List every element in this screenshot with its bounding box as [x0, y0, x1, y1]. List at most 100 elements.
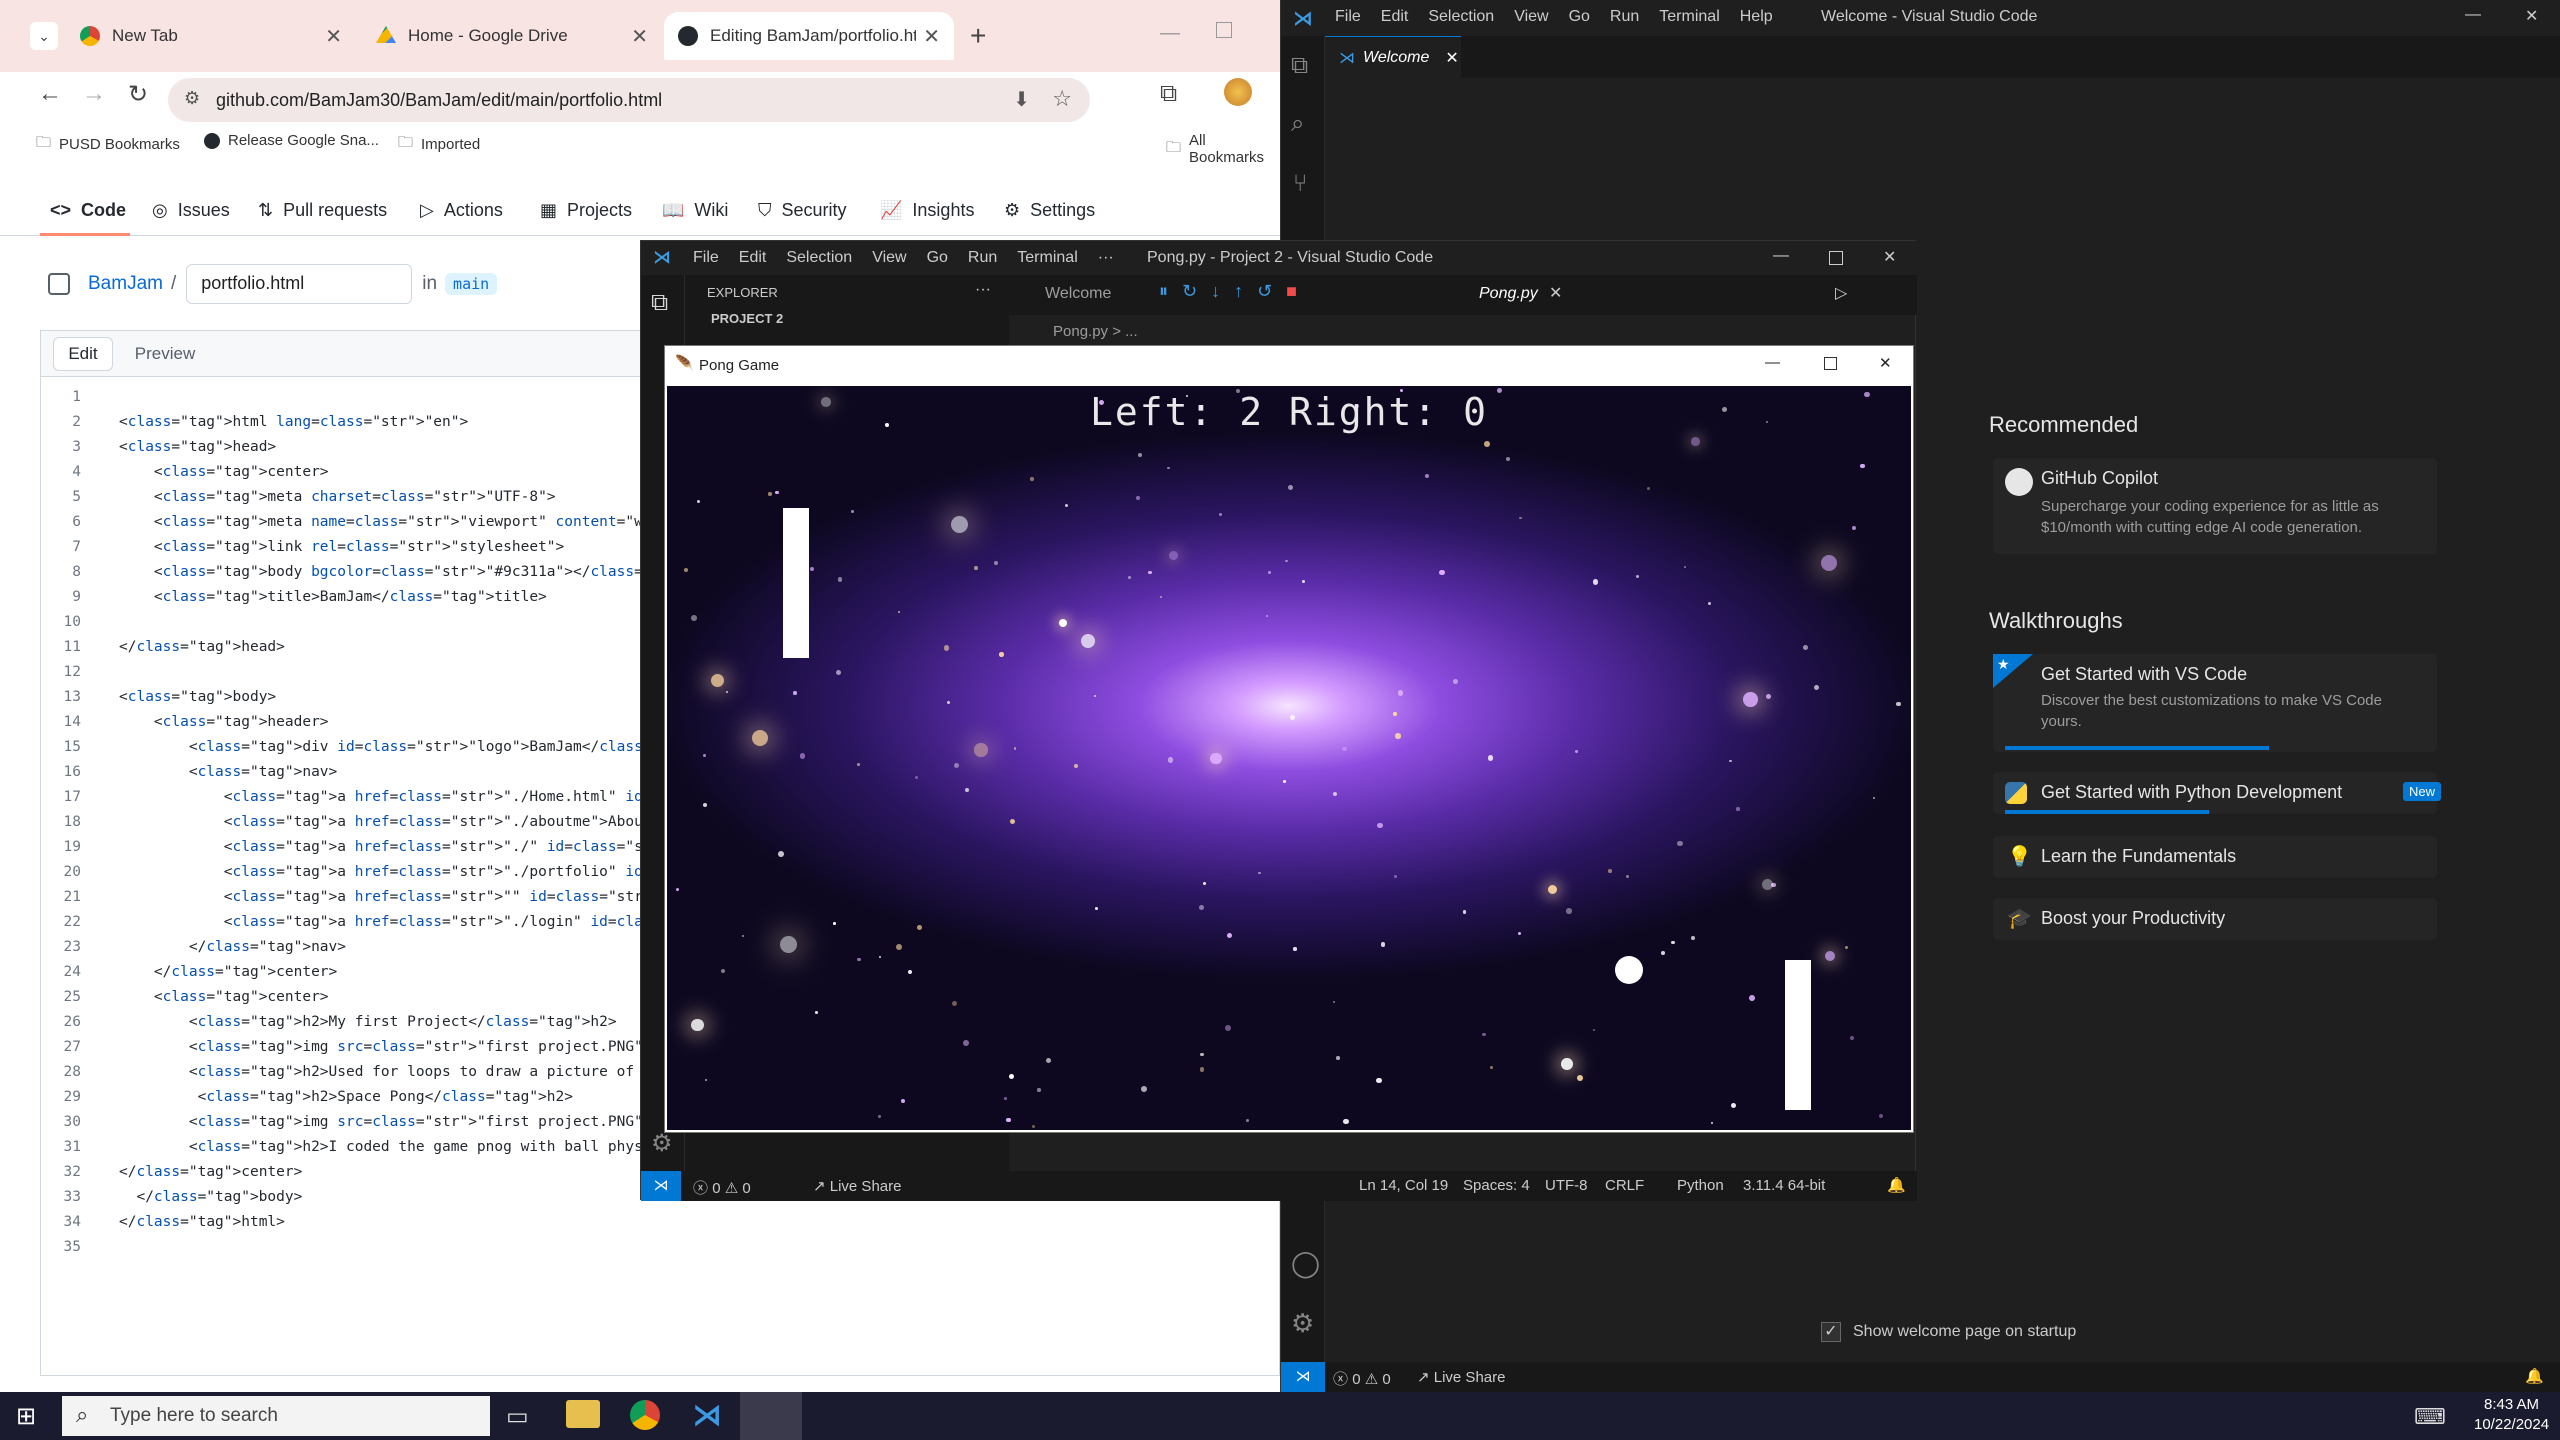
walkthrough-fundamentals[interactable]: 💡 Learn the Fundamentals: [1993, 836, 2437, 878]
language-mode[interactable]: Python: [1677, 1177, 1724, 1194]
problems-indicator[interactable]: ⓧ 0 ⚠ 0: [693, 1177, 751, 1198]
copilot-card[interactable]: GitHub Copilot Supercharge your coding e…: [1993, 458, 2437, 554]
menu-item[interactable]: Selection: [1428, 8, 1494, 26]
branch-badge[interactable]: main: [445, 273, 498, 295]
encoding[interactable]: UTF-8: [1545, 1177, 1588, 1194]
gear-icon[interactable]: ⚙: [1291, 1308, 1314, 1339]
walkthrough-productivity[interactable]: 🎓 Boost your Productivity: [1993, 898, 2437, 940]
account-icon[interactable]: ◯: [1291, 1248, 1320, 1279]
clock-time[interactable]: 8:43 AM: [2484, 1396, 2539, 1413]
bookmark-imported[interactable]: 🗀 Imported: [398, 132, 480, 157]
close-icon[interactable]: ✕: [1879, 354, 1892, 372]
forward-icon[interactable]: →: [82, 80, 106, 108]
menu-item[interactable]: Terminal: [1017, 249, 1077, 267]
python-taskbar-icon[interactable]: [740, 1392, 802, 1440]
remote-icon[interactable]: ⋊: [1281, 1362, 1325, 1392]
minimize-icon[interactable]: —: [1765, 354, 1780, 371]
menu-item[interactable]: Edit: [1381, 8, 1409, 26]
checkbox[interactable]: ✓: [1821, 1322, 1841, 1342]
indentation[interactable]: Spaces: 4: [1463, 1177, 1530, 1194]
chrome-taskbar-icon[interactable]: [630, 1400, 660, 1430]
menu-item[interactable]: View: [1514, 8, 1548, 26]
file-explorer-icon[interactable]: [566, 1400, 600, 1428]
tab-new-tab[interactable]: New Tab ✕: [66, 12, 356, 60]
file-tree-icon[interactable]: [48, 273, 70, 295]
live-share-button[interactable]: ↗ Live Share: [813, 1177, 901, 1195]
tab-settings[interactable]: ⚙ Settings: [1004, 200, 1095, 221]
menu-item[interactable]: Run: [968, 249, 997, 267]
source-control-icon[interactable]: ⑂: [1293, 170, 1307, 198]
install-icon[interactable]: ⬇: [1013, 87, 1030, 112]
close-icon[interactable]: ✕: [631, 24, 648, 49]
live-share-button[interactable]: ↗ Live Share: [1417, 1368, 1505, 1386]
tab-editing-portfolio[interactable]: Editing BamJam/portfolio.html ✕: [664, 12, 954, 60]
more-menu-icon[interactable]: ···: [1098, 249, 1114, 267]
close-icon[interactable]: ✕: [1549, 283, 1562, 303]
menu-item[interactable]: Go: [1569, 8, 1590, 26]
task-view-icon[interactable]: ▭: [506, 1402, 529, 1431]
menu-item[interactable]: File: [693, 249, 719, 267]
tab-pong-py[interactable]: Pong.py: [1479, 285, 1538, 303]
tab-search-icon[interactable]: ⌄: [30, 22, 58, 50]
address-bar[interactable]: ⚙ github.com/BamJam30/BamJam/edit/main/p…: [168, 78, 1090, 122]
run-icon[interactable]: ▷: [1835, 283, 1847, 303]
problems-indicator[interactable]: ⓧ 0 ⚠ 0: [1333, 1368, 1391, 1389]
more-actions-icon[interactable]: ···: [975, 281, 991, 299]
breadcrumb[interactable]: Pong.py > ...: [1053, 323, 1138, 340]
line-ending[interactable]: CRLF: [1605, 1177, 1644, 1194]
maximize-icon[interactable]: [1824, 357, 1837, 370]
keyboard-icon[interactable]: ⌨: [2414, 1404, 2446, 1430]
site-info-icon[interactable]: ⚙: [184, 88, 200, 109]
tab-security[interactable]: ⛉ Security: [758, 200, 847, 221]
clock-date[interactable]: 10/22/2024: [2474, 1416, 2549, 1433]
tab-google-drive[interactable]: Home - Google Drive ✕: [362, 12, 662, 60]
search-icon[interactable]: ⌕: [1291, 110, 1304, 138]
code-line[interactable]: 34 </class="tag">html>: [41, 1210, 1279, 1235]
close-icon[interactable]: ✕: [1445, 48, 1458, 68]
tab-insights[interactable]: 📈 Insights: [880, 200, 974, 221]
bell-icon[interactable]: 🔔: [2525, 1367, 2544, 1385]
menu-item[interactable]: Help: [1740, 8, 1773, 26]
reload-icon[interactable]: ↻: [128, 80, 148, 109]
maximize-icon[interactable]: [1216, 22, 1232, 38]
bookmark-all[interactable]: 🗀 All Bookmarks: [1166, 132, 1280, 166]
python-interpreter[interactable]: 3.11.4 64-bit: [1743, 1177, 1825, 1194]
close-icon[interactable]: ✕: [2525, 6, 2538, 26]
walkthrough-python[interactable]: Get Started with Python Development New: [1993, 772, 2442, 814]
new-tab-button[interactable]: +: [970, 20, 986, 52]
bell-icon[interactable]: 🔔: [1887, 1176, 1906, 1194]
close-icon[interactable]: ✕: [1883, 247, 1896, 267]
tab-welcome[interactable]: Welcome: [1045, 285, 1111, 303]
tab-welcome[interactable]: ⋊ Welcome ✕: [1325, 36, 1461, 78]
remote-icon[interactable]: ⋊: [641, 1171, 681, 1201]
menu-item[interactable]: Edit: [739, 249, 767, 267]
close-icon[interactable]: ✕: [325, 24, 342, 49]
maximize-icon[interactable]: [1829, 251, 1843, 265]
project-folder[interactable]: PROJECT 2: [711, 311, 783, 326]
preview-tab[interactable]: Preview: [125, 337, 205, 371]
code-line[interactable]: 35: [41, 1235, 1279, 1260]
explorer-icon[interactable]: ⧉: [1291, 52, 1308, 80]
walkthrough-vscode[interactable]: ★ Get Started with VS Code Discover the …: [1993, 654, 2437, 752]
tab-code[interactable]: <> Code: [50, 200, 126, 221]
tab-issues[interactable]: ◎ Issues: [152, 200, 230, 221]
tab-actions[interactable]: ▷ Actions: [420, 200, 503, 221]
menu-item[interactable]: Go: [927, 249, 948, 267]
filename-input[interactable]: portfolio.html: [186, 264, 413, 304]
minimize-icon[interactable]: —: [1773, 247, 1789, 265]
edit-tab[interactable]: Edit: [53, 337, 113, 371]
menu-item[interactable]: Run: [1610, 8, 1639, 26]
extensions-icon[interactable]: ⧉: [1160, 80, 1177, 108]
minimize-icon[interactable]: —: [1160, 22, 1180, 45]
repo-link[interactable]: BamJam: [88, 273, 163, 295]
tab-projects[interactable]: ▦ Projects: [540, 200, 632, 221]
menu-item[interactable]: Terminal: [1659, 8, 1719, 26]
tab-wiki[interactable]: 📖 Wiki: [662, 200, 728, 221]
taskbar-search-box[interactable]: ⌕ Type here to search: [62, 1396, 490, 1436]
bookmark-star-icon[interactable]: ☆: [1052, 86, 1072, 112]
gear-icon[interactable]: ⚙: [651, 1129, 673, 1158]
menu-item[interactable]: Selection: [786, 249, 852, 267]
bookmark-pusd[interactable]: 🗀 PUSD Bookmarks: [36, 132, 180, 157]
minimize-icon[interactable]: —: [2465, 6, 2481, 24]
pong-canvas[interactable]: Left: 2 Right: 0: [667, 386, 1911, 1130]
